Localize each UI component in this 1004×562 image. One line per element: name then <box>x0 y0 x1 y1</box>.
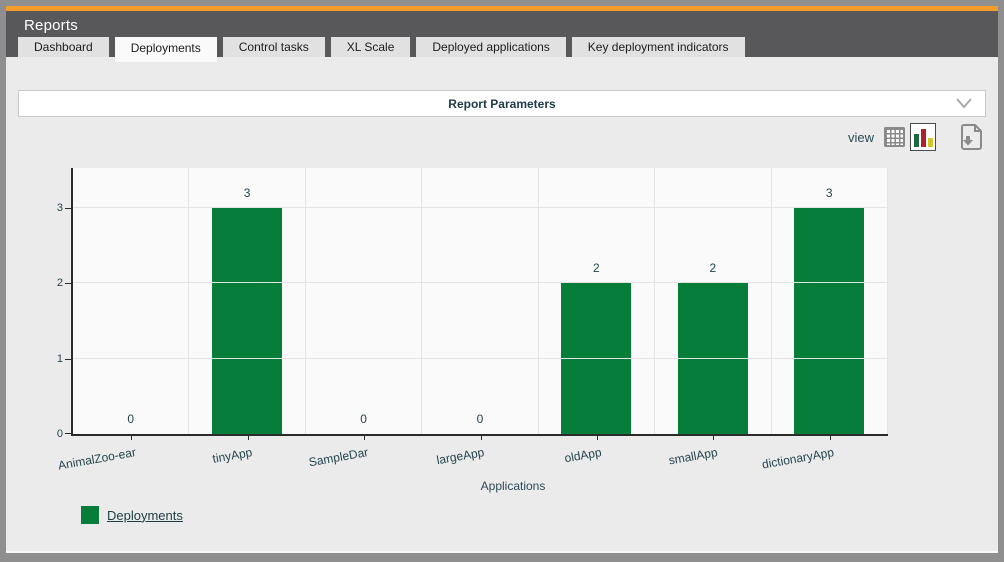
y-axis-label-1: 1 <box>45 352 63 366</box>
x-axis-title: Applications <box>96 479 930 493</box>
report-parameters-panel[interactable]: Report Parameters <box>18 90 986 117</box>
chevron-down-icon[interactable] <box>955 97 973 109</box>
gridline <box>73 207 888 208</box>
window-frame: Reports Dashboard Deployments Control ta… <box>0 0 1004 562</box>
bar-chart: Number of Deployments 0300223 Applicatio… <box>6 168 998 553</box>
x-tick-mark <box>131 436 132 440</box>
y-axis-label-3: 3 <box>45 201 63 215</box>
header: Reports Dashboard Deployments Control ta… <box>6 11 998 57</box>
x-axis-label-oldApp: oldApp <box>563 445 602 465</box>
tab-bar: Dashboard Deployments Control tasks XL S… <box>18 37 745 57</box>
x-axis-label-largeApp: largeApp <box>436 445 486 467</box>
tab-dashboard[interactable]: Dashboard <box>18 37 109 57</box>
tab-xl-scale[interactable]: XL Scale <box>331 37 411 57</box>
value-label: 0 <box>73 412 188 426</box>
view-controls: view <box>848 119 984 155</box>
legend-swatch <box>81 506 99 524</box>
value-label: 3 <box>189 186 304 200</box>
tab-key-deployment-indicators[interactable]: Key deployment indicators <box>572 37 745 57</box>
x-axis-label-tinyApp: tinyApp <box>211 445 253 466</box>
y-tick-mark <box>65 208 71 209</box>
y-axis-label-0: 0 <box>45 427 63 441</box>
export-download-icon[interactable] <box>958 123 984 151</box>
tab-control-tasks[interactable]: Control tasks <box>223 37 325 57</box>
y-tick-mark <box>65 359 71 360</box>
bar-chart-view-icon-yellow-bar <box>928 138 933 147</box>
y-tick-mark <box>65 283 71 284</box>
x-axis-label-AnimalZoo-ear: AnimalZoo-ear <box>56 445 136 472</box>
x-tick-mark <box>248 436 249 440</box>
value-label: 2 <box>655 261 770 275</box>
bar-tinyApp[interactable] <box>212 208 282 434</box>
x-axis-label-dictionaryApp: dictionaryApp <box>761 445 835 471</box>
gridline <box>73 282 888 283</box>
value-label: 0 <box>422 412 537 426</box>
x-axis-label-smallApp: smallApp <box>668 445 719 467</box>
x-tick-mark <box>364 436 365 440</box>
gridline <box>73 358 888 359</box>
bar-chart-view-icon[interactable] <box>910 123 936 151</box>
value-label: 0 <box>306 412 421 426</box>
x-axis-label-SampleDar: SampleDar <box>308 445 370 469</box>
page-title: Reports <box>6 11 998 34</box>
x-tick-mark <box>713 436 714 440</box>
bar-chart-view-icon-red-bar <box>921 129 926 147</box>
x-tick-mark <box>597 436 598 440</box>
content-area: Report Parameters view <box>6 57 998 551</box>
value-label: 2 <box>539 261 654 275</box>
tab-deployed-applications[interactable]: Deployed applications <box>416 37 565 57</box>
bar-dictionaryApp[interactable] <box>794 208 864 434</box>
value-label: 3 <box>772 186 887 200</box>
table-view-icon[interactable] <box>884 127 905 147</box>
plot-area: 0300223 <box>71 168 888 436</box>
x-tick-mark <box>481 436 482 440</box>
y-axis-label-2: 2 <box>45 276 63 290</box>
chart-legend: Deployments <box>81 506 183 524</box>
report-parameters-title: Report Parameters <box>448 97 555 111</box>
legend-label[interactable]: Deployments <box>107 508 183 523</box>
tab-deployments[interactable]: Deployments <box>115 37 217 62</box>
app-window: Reports Dashboard Deployments Control ta… <box>6 6 998 553</box>
bar-chart-view-icon-green-bar <box>914 134 919 147</box>
x-tick-mark <box>830 436 831 440</box>
y-tick-mark <box>65 433 71 434</box>
view-label: view <box>848 130 874 145</box>
